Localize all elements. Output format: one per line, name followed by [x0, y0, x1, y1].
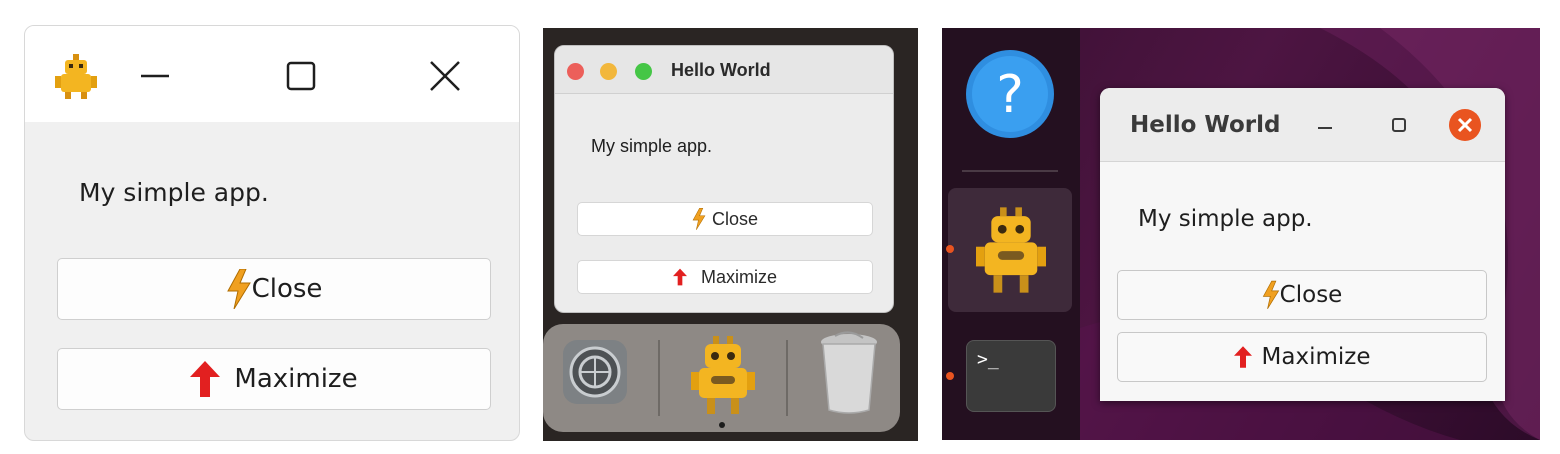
minimize-icon[interactable]: [135, 56, 175, 96]
title-bar[interactable]: Hello World: [1100, 88, 1505, 162]
window-title: Hello World: [671, 60, 771, 80]
close-traffic-light[interactable]: [567, 63, 584, 80]
maximize-icon[interactable]: [1390, 116, 1408, 134]
dock-separator: [658, 340, 660, 416]
up-arrow-icon: [190, 361, 221, 397]
lightning-icon: [692, 207, 706, 230]
dock-separator: [786, 340, 788, 416]
running-indicator: [719, 422, 725, 428]
close-button-label: Close: [1279, 282, 1343, 308]
up-arrow-icon: [1233, 346, 1252, 368]
maximize-icon[interactable]: [281, 56, 321, 96]
up-arrow-icon: [672, 268, 687, 286]
close-button[interactable]: Close: [57, 258, 491, 320]
lightning-icon: [1262, 280, 1279, 310]
maximize-button-label: Maximize: [234, 364, 358, 394]
title-bar[interactable]: [25, 26, 519, 122]
bee-robot-icon: [55, 54, 97, 99]
minimize-traffic-light[interactable]: [600, 63, 617, 80]
maximize-button-label: Maximize: [1261, 344, 1371, 370]
windows-app-window: My simple app. Close Maximize: [24, 25, 520, 441]
close-icon[interactable]: [1448, 108, 1482, 142]
close-button-label: Close: [251, 274, 323, 304]
terminal-prompt: >_: [977, 349, 999, 370]
mac-dock: [543, 324, 900, 432]
mac-app-window: Hello World My simple app. Close Maximiz…: [554, 45, 894, 313]
minimize-icon[interactable]: [1316, 122, 1334, 132]
running-indicator: [946, 372, 954, 380]
lightning-icon: [226, 269, 251, 309]
svg-text:?: ?: [996, 65, 1024, 125]
window-title: Hello World: [1130, 112, 1281, 138]
maximize-button-label: Maximize: [700, 266, 777, 287]
maximize-button[interactable]: Maximize: [577, 260, 873, 294]
zoom-traffic-light[interactable]: [635, 63, 652, 80]
trash-icon[interactable]: [815, 330, 883, 416]
system-preferences-icon[interactable]: [561, 338, 629, 406]
running-indicator: [946, 245, 954, 253]
title-bar[interactable]: Hello World: [555, 46, 893, 94]
maximize-button[interactable]: Maximize: [57, 348, 491, 410]
app-label: My simple app.: [79, 178, 269, 207]
robot-app-icon[interactable]: [976, 204, 1046, 296]
close-button[interactable]: Close: [1117, 270, 1487, 320]
maximize-button[interactable]: Maximize: [1117, 332, 1487, 382]
terminal-icon[interactable]: >_: [966, 340, 1056, 412]
robot-app-icon[interactable]: [691, 334, 755, 416]
app-label: My simple app.: [591, 136, 713, 156]
close-button-label: Close: [711, 208, 759, 229]
app-label: My simple app.: [1138, 206, 1313, 232]
close-button[interactable]: Close: [577, 202, 873, 236]
ubuntu-app-window: Hello World My simple app. Close Maximiz…: [1100, 88, 1505, 401]
dock-separator: [962, 170, 1058, 172]
close-icon[interactable]: [425, 56, 465, 96]
help-icon[interactable]: ?: [964, 48, 1056, 140]
